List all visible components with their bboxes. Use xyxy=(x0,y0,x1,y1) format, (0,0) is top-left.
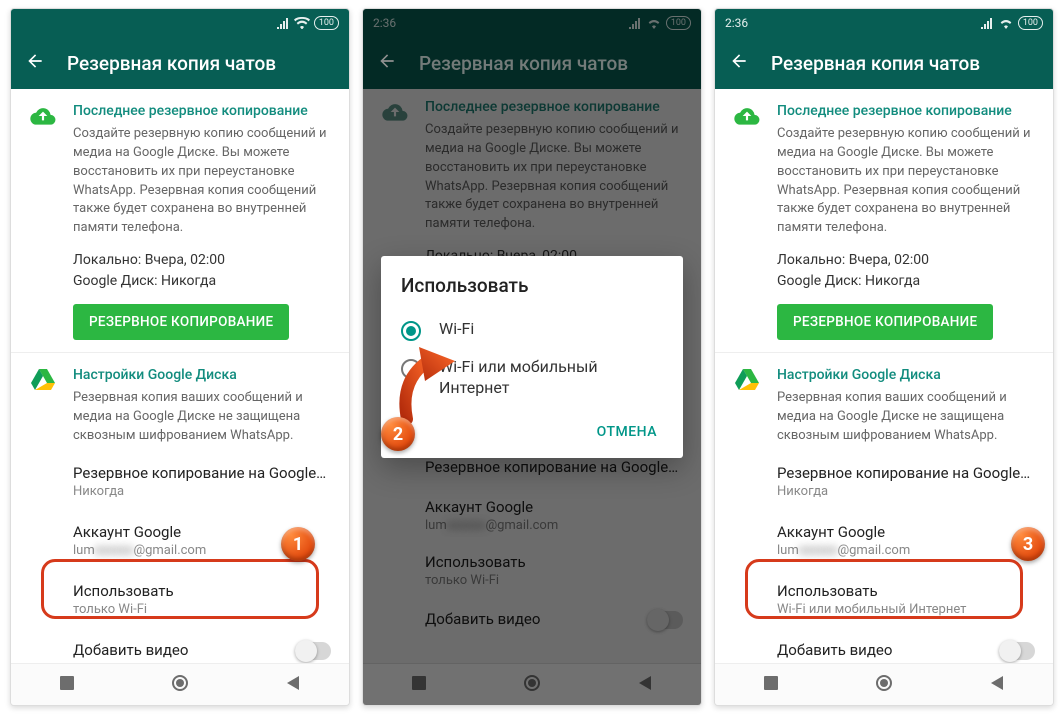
radio-label: Wi-Fi xyxy=(439,319,474,340)
wifi-icon xyxy=(998,17,1014,29)
section-gdrive: Настройки Google Диска Резервная копия в… xyxy=(715,353,1053,452)
radio-label: Wi-Fi или мобильный Интернет xyxy=(439,357,663,399)
radio-option-wifi-or-mobile[interactable]: Wi-Fi или мобильный Интернет xyxy=(401,349,663,407)
gdrive-settings-desc: Резервная копия ваших сообщений и медиа … xyxy=(73,389,331,446)
backup-info: Локально: Вчера, 02:00 Google Диск: Нико… xyxy=(73,250,331,292)
toggle-switch[interactable] xyxy=(999,642,1035,660)
content-area: Последнее резервное копирование Создайте… xyxy=(715,89,1053,663)
section-desc: Создайте резервную копию сообщений и мед… xyxy=(777,125,1035,238)
local-backup-line: Локально: Вчера, 02:00 xyxy=(73,250,331,271)
item-title: Резервное копирование на Google… xyxy=(777,464,1035,482)
backup-now-button[interactable]: Резервное копирование xyxy=(73,304,289,340)
wifi-icon xyxy=(294,17,310,29)
status-time: 2:36 xyxy=(725,16,765,30)
item-title: Добавить видео xyxy=(777,641,892,659)
radio-icon[interactable] xyxy=(401,321,421,341)
phone-screenshot-1: 100 Резервная копия чатов Последнее резе… xyxy=(10,8,350,706)
annotation-badge-1: 1 xyxy=(281,527,315,561)
section-last-backup: Последнее резервное копирование Создайте… xyxy=(11,89,349,348)
nav-back-icon[interactable] xyxy=(988,674,1006,696)
item-subtitle: Никогда xyxy=(73,484,331,499)
annotation-badge-3: 3 xyxy=(1011,527,1045,561)
item-subtitle: Wi-Fi или мобильный Интернет xyxy=(777,602,1035,617)
item-use-network[interactable]: Использовать только Wi-Fi xyxy=(11,570,349,629)
battery-icon: 100 xyxy=(314,16,339,30)
signal-icon xyxy=(980,17,994,29)
radio-option-wifi[interactable]: Wi-Fi xyxy=(401,311,663,349)
status-icons: 100 xyxy=(276,16,339,30)
back-button[interactable] xyxy=(729,51,749,76)
dialog-use-network: Использовать Wi-Fi Wi-Fi или мобильный И… xyxy=(381,256,683,459)
cloud-upload-icon xyxy=(29,103,57,340)
account-email: lumxxxxxx@gmail.com xyxy=(777,543,1035,558)
nav-home-icon[interactable] xyxy=(170,673,190,697)
section-last-backup: Последнее резервное копирование Создайте… xyxy=(715,89,1053,348)
item-add-video[interactable]: Добавить видео xyxy=(715,629,1053,663)
item-backup-to-google[interactable]: Резервное копирование на Google… Никогда xyxy=(11,452,349,511)
dialog-cancel-button[interactable]: ОТМЕНА xyxy=(591,416,663,448)
radio-icon[interactable] xyxy=(401,359,421,379)
cloud-upload-icon xyxy=(733,103,761,340)
section-title: Последнее резервное копирование xyxy=(73,103,331,119)
nav-recent-icon[interactable] xyxy=(762,674,780,696)
google-drive-icon xyxy=(733,367,761,450)
status-icons: 100 xyxy=(980,16,1043,30)
backup-now-button[interactable]: Резервное копирование xyxy=(777,304,993,340)
item-title: Аккаунт Google xyxy=(777,523,1035,541)
section-title: Последнее резервное копирование xyxy=(777,103,1035,119)
app-bar: Резервная копия чатов xyxy=(715,37,1053,89)
dialog-title: Использовать xyxy=(401,274,663,297)
app-bar: Резервная копия чатов xyxy=(11,37,349,89)
status-bar: 2:36 100 xyxy=(715,9,1053,37)
modal-overlay: Использовать Wi-Fi Wi-Fi или мобильный И… xyxy=(363,9,701,705)
toggle-switch[interactable] xyxy=(295,642,331,660)
status-bar: 100 xyxy=(11,9,349,37)
item-google-account[interactable]: Аккаунт Google lumxxxxxx@gmail.com xyxy=(715,511,1053,570)
item-add-video[interactable]: Добавить видео xyxy=(11,629,349,663)
item-subtitle: Никогда xyxy=(777,484,1035,499)
google-drive-icon xyxy=(29,367,57,450)
item-title: Использовать xyxy=(777,582,1035,600)
item-title: Добавить видео xyxy=(73,641,188,659)
android-nav-bar xyxy=(715,663,1053,705)
section-gdrive: Настройки Google Диска Резервная копия в… xyxy=(11,353,349,452)
nav-back-icon[interactable] xyxy=(284,674,302,696)
appbar-title: Резервная копия чатов xyxy=(771,52,980,75)
gdrive-backup-line: Google Диск: Никогда xyxy=(73,271,331,292)
phone-screenshot-2: 2:36 100 Резервная копия чатов Последнее… xyxy=(362,8,702,706)
battery-icon: 100 xyxy=(1018,16,1043,30)
nav-recent-icon[interactable] xyxy=(58,674,76,696)
phone-screenshot-3: 2:36 100 Резервная копия чатов Последнее… xyxy=(714,8,1054,706)
item-subtitle: только Wi-Fi xyxy=(73,602,331,617)
backup-info: Локально: Вчера, 02:00 Google Диск: Нико… xyxy=(777,250,1035,292)
signal-icon xyxy=(276,17,290,29)
nav-home-icon[interactable] xyxy=(874,673,894,697)
item-backup-to-google[interactable]: Резервное копирование на Google… Никогда xyxy=(715,452,1053,511)
item-title: Использовать xyxy=(73,582,331,600)
android-nav-bar xyxy=(11,663,349,705)
appbar-title: Резервная копия чатов xyxy=(67,52,276,75)
item-use-network[interactable]: Использовать Wi-Fi или мобильный Интерне… xyxy=(715,570,1053,629)
gdrive-settings-desc: Резервная копия ваших сообщений и медиа … xyxy=(777,389,1035,446)
back-button[interactable] xyxy=(25,51,45,76)
gdrive-settings-title: Настройки Google Диска xyxy=(73,367,331,383)
annotation-badge-2: 2 xyxy=(381,417,415,451)
content-area: Последнее резервное копирование Создайте… xyxy=(11,89,349,663)
section-desc: Создайте резервную копию сообщений и мед… xyxy=(73,125,331,238)
gdrive-settings-title: Настройки Google Диска xyxy=(777,367,1035,383)
item-title: Резервное копирование на Google… xyxy=(73,464,331,482)
